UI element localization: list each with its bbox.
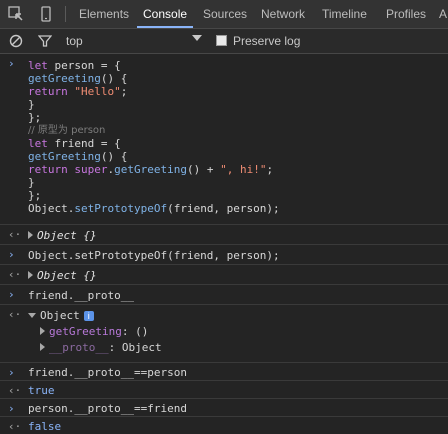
console-filterbar: top Preserve log: [0, 29, 448, 54]
code-line: friend.__proto__==person: [28, 366, 187, 379]
console-entry-input: › friend.__proto__: [0, 284, 448, 305]
console-entry-input: › friend.__proto__==person: [0, 362, 448, 381]
code-line: };: [28, 111, 42, 124]
info-icon[interactable]: i: [83, 311, 94, 321]
result-object-expanded[interactable]: Object i: [28, 309, 94, 322]
code-line: }: [28, 176, 35, 189]
expand-arrow-icon[interactable]: [28, 271, 33, 279]
console-entry-input: › let person = { getGreeting() { return …: [0, 54, 448, 224]
code-line: friend.__proto__: [28, 289, 134, 302]
console-entry-input: › Object.setPrototypeOf(friend, person);: [0, 244, 448, 265]
result-arrow-icon: ‹·: [8, 308, 22, 321]
console-entry-result: ‹· true: [0, 380, 448, 399]
code-line: Object.setPrototypeOf(friend, person);: [28, 249, 280, 262]
tab-timeline[interactable]: Timeline: [322, 0, 367, 28]
filter-icon[interactable]: [38, 34, 52, 48]
prompt-chevron-icon: ›: [8, 57, 15, 70]
result-object[interactable]: Object {}: [28, 229, 97, 242]
result-arrow-icon: ‹·: [8, 228, 22, 241]
console-entry-input: › person.__proto__==friend: [0, 398, 448, 417]
context-selector[interactable]: top: [66, 34, 83, 48]
result-object[interactable]: Object {}: [28, 269, 97, 282]
tab-elements[interactable]: Elements: [79, 0, 129, 28]
prompt-chevron-icon: ›: [8, 366, 15, 379]
result-arrow-icon: ‹·: [8, 420, 22, 433]
code-comment: // 原型为 person: [28, 125, 106, 136]
code-line: let person = {: [28, 59, 121, 72]
code-line: return super.getGreeting() + ", hi!";: [28, 163, 274, 176]
device-mode-icon[interactable]: [38, 6, 54, 22]
code-line: person.__proto__==friend: [28, 402, 187, 415]
expand-arrow-icon[interactable]: [40, 327, 45, 335]
result-boolean: false: [28, 420, 62, 433]
console-output[interactable]: › let person = { getGreeting() { return …: [0, 54, 448, 433]
tab-divider: [65, 6, 66, 22]
tab-overflow[interactable]: A: [439, 0, 447, 28]
code-line: };: [28, 189, 42, 202]
prompt-chevron-icon: ›: [8, 402, 15, 415]
preserve-log-checkbox[interactable]: [216, 35, 227, 46]
code-line: return "Hello";: [28, 85, 128, 98]
prompt-chevron-icon: ›: [8, 248, 15, 261]
preserve-log-label: Preserve log: [233, 34, 301, 48]
devtools-tabbar: Elements Console Sources Network Timelin…: [0, 0, 448, 29]
tab-profiles[interactable]: Profiles: [386, 0, 426, 28]
console-entry-result: ‹· false: [0, 416, 448, 434]
tab-network[interactable]: Network: [261, 0, 305, 28]
code-line: getGreeting() {: [28, 150, 128, 163]
tab-console[interactable]: Console: [137, 0, 194, 28]
tab-sources[interactable]: Sources: [203, 0, 247, 28]
result-boolean: true: [28, 384, 55, 397]
collapse-arrow-icon[interactable]: [28, 313, 36, 318]
inspect-element-icon[interactable]: [8, 6, 24, 22]
tree-item-proto[interactable]: __proto__: Object: [40, 341, 162, 354]
code-line: let friend = {: [28, 137, 121, 150]
expand-arrow-icon[interactable]: [40, 343, 45, 351]
console-entry-result: ‹· Object i getGreeting: () __proto__: Ob…: [0, 304, 448, 363]
code-line: getGreeting() {: [28, 72, 128, 85]
tree-item-getgreeting[interactable]: getGreeting: (): [40, 325, 148, 338]
console-entry-result: ‹· Object {}: [0, 264, 448, 285]
code-line: }: [28, 98, 35, 111]
chevron-down-icon[interactable]: [192, 35, 202, 41]
result-arrow-icon: ‹·: [8, 384, 22, 397]
prompt-chevron-icon: ›: [8, 288, 15, 301]
code-line: Object.setPrototypeOf(friend, person);: [28, 202, 280, 215]
result-arrow-icon: ‹·: [8, 268, 22, 281]
console-entry-result: ‹· Object {}: [0, 224, 448, 245]
expand-arrow-icon[interactable]: [28, 231, 33, 239]
clear-console-icon[interactable]: [9, 34, 23, 48]
